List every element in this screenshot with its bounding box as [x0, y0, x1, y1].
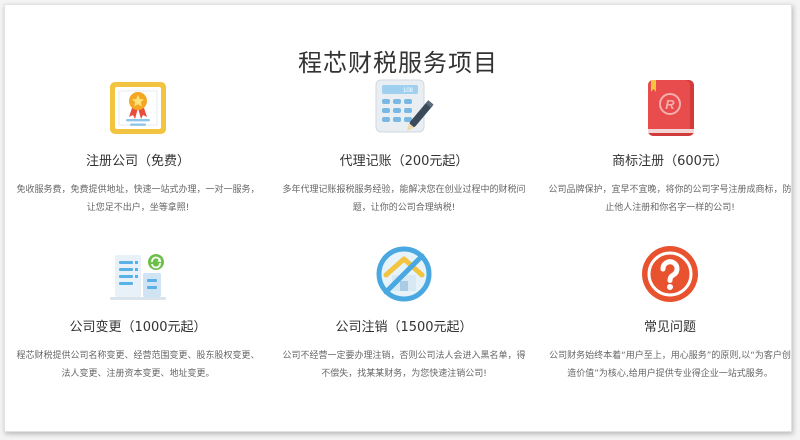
question-icon: [639, 243, 701, 305]
service-title: 代理记账（200元起）: [339, 154, 469, 169]
service-card-cancel[interactable]: 公司注销（1500元起） 公司不经营一定要办理注销，否则公司法人会进入黑名单，得…: [271, 243, 537, 409]
service-title: 常见问题: [643, 320, 696, 335]
service-description: 程芯财税提供公司名称变更、经营范围变更、股东股权变更、法人变更、注册资本变更、地…: [16, 351, 260, 379]
calculator-pen-icon: 108: [373, 77, 435, 139]
svg-text:108: 108: [403, 88, 414, 94]
service-title: 注册公司（免费）: [85, 154, 190, 169]
page-title: 程芯财税服务项目: [298, 49, 498, 77]
service-description: 公司财务始终本着“用户至上，用心服务”的原则,以“为客户创造价值”为核心,给用户…: [549, 351, 791, 379]
service-card-bookkeeping[interactable]: 108 代理记账（200元起） 多年代理记账报税服务经验，能解决您在创业过程中的…: [271, 77, 537, 243]
service-description: 免收服务费，免费提供地址，快速一站式办理，一对一服务，让您足不出户，坐等拿照!: [16, 185, 260, 213]
page-frame: 程芯财税服务项目 注册公司（免费） 免收服务费，免费提供地址，快速一站式办理，一…: [4, 4, 792, 432]
service-description: 公司不经营一定要办理注销，否则公司法人会进入黑名单，得不偿失，找某某财务，为您快…: [282, 351, 526, 379]
service-title: 公司注销（1500元起）: [335, 320, 473, 335]
service-description: 公司品牌保护，宜早不宜晚，将你的公司字号注册成商标，防止他人注册和你名字一样的公…: [548, 185, 792, 213]
service-description: 多年代理记账报税服务经验，能解决您在创业过程中的财税问题，让你的公司合理纳税!: [282, 185, 526, 213]
no-house-icon: [373, 243, 435, 305]
service-card-trademark[interactable]: R 商标注册（600元） 公司品牌保护，宜早不宜晚，将你的公司字号注册成商标，防…: [537, 77, 800, 243]
services-grid: 注册公司（免费） 免收服务费，免费提供地址，快速一站式办理，一对一服务，让您足不…: [5, 77, 792, 409]
svg-text:R: R: [665, 97, 675, 112]
service-card-register[interactable]: 注册公司（免费） 免收服务费，免费提供地址，快速一站式办理，一对一服务，让您足不…: [5, 77, 271, 243]
certificate-icon: [107, 77, 169, 139]
service-card-faq[interactable]: 常见问题 公司财务始终本着“用户至上，用心服务”的原则,以“为客户创造价值”为核…: [537, 243, 800, 409]
service-card-change[interactable]: 公司变更（1000元起） 程芯财税提供公司名称变更、经营范围变更、股东股权变更、…: [5, 243, 271, 409]
building-refresh-icon: [107, 243, 169, 305]
trademark-book-icon: R: [639, 77, 701, 139]
service-title: 公司变更（1000元起）: [69, 320, 207, 335]
service-title: 商标注册（600元）: [612, 154, 728, 169]
